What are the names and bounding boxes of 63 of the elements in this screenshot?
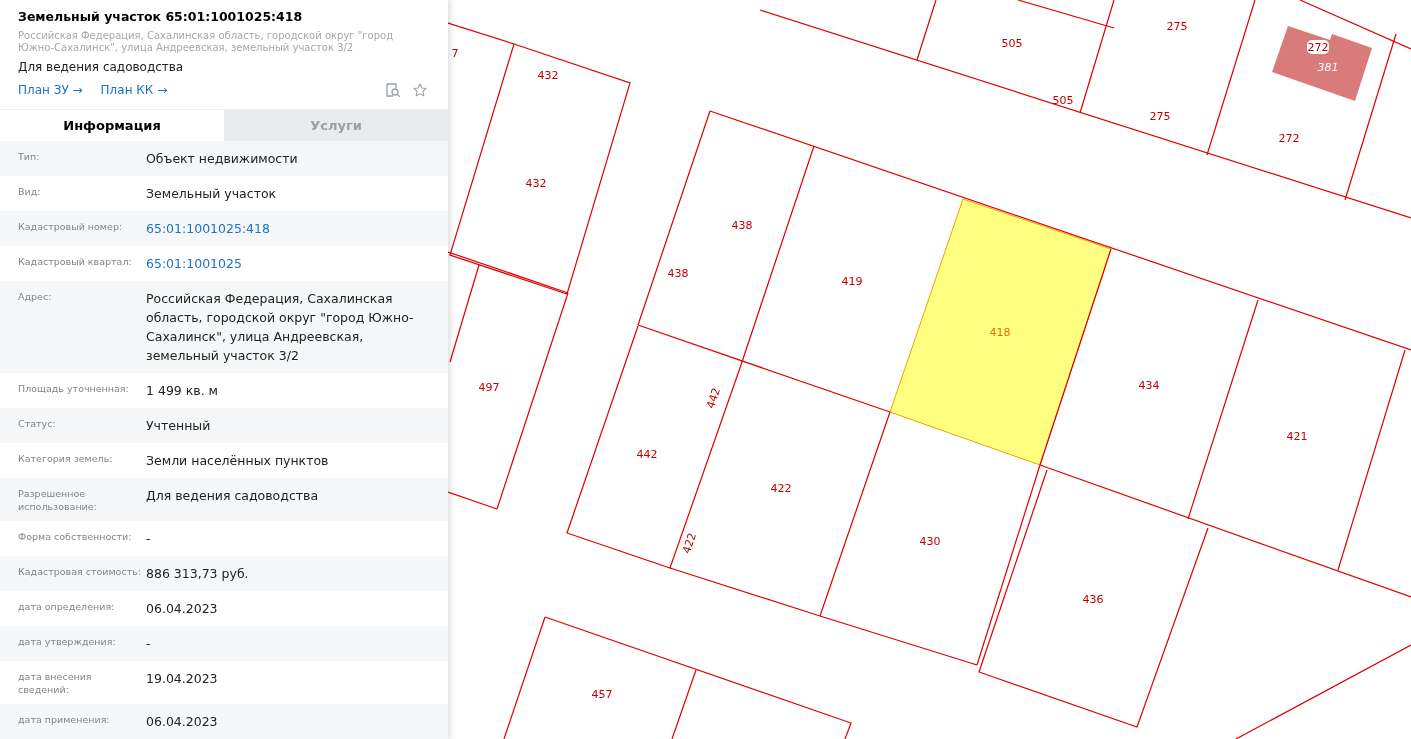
field-label: Статус: [17,417,57,431]
field-value: 06.04.2023 [146,713,219,731]
field-label: Кадастровая стоимость: [17,565,142,579]
parcel-number: 272 [1278,132,1300,145]
parcel-number: 7 [451,47,459,60]
building-number: 381 [1317,61,1339,74]
parcel-number: 275 [1149,110,1171,123]
parcel-number: 438 [667,267,689,280]
selected-parcel[interactable] [889,198,1112,466]
field-label: дата внесения сведений: [17,670,93,696]
building-tag: 272 [1307,40,1329,54]
field-value: Учтенный [146,417,212,435]
plan-link[interactable]: План ЗУ → [18,81,83,99]
field-value: 1 499 кв. м [146,382,220,400]
field-label: дата утверждения: [17,635,117,649]
parcel-number: 457 [591,688,613,701]
parcel-usage: Для ведения садоводства [18,59,185,75]
parcel-number: 442 [636,448,658,461]
star-icon[interactable] [412,82,428,98]
parcel-number: 497 [478,381,500,394]
field-label: Площадь уточненная: [17,382,130,396]
parcel-number: 421 [1286,430,1308,443]
field-label: Форма собственности: [17,530,133,544]
field-link[interactable]: 65:01:1001025 [146,254,242,273]
parcel-address: Российская Федерация, Сахалинская область, городской округ "город Южно-Сахалинск", улица Андреевская, земельный участок 3/2 [18,30,395,54]
parcel-number: 505 [1052,94,1074,107]
field-value: Объект недвижимости [146,150,299,168]
cadastral-map[interactable]: 7 432 432 505 505 275 275 272 381 272 438 438 419 418 497 434 442 421 442 422 422 430 436 457 [448,0,1411,739]
parcel-number: 419 [841,275,863,288]
field-label: Разрешенное использование: [17,487,98,513]
parcel-number: 432 [537,69,559,82]
parcel-number: 418 [989,326,1011,339]
field-value: Российская Федерация, Сахалинская область, городской округ "город Южно-Сахалинск", улица Андреевская, земельный участок 3/2 [146,290,415,365]
parcel-number: 422 [680,531,699,556]
field-value: Земли населённых пунктов [146,452,330,470]
parcel-number: 432 [525,177,547,190]
field-label: Тип: [17,150,41,164]
parcel-title: Земельный участок 65:01:1001025:418 [18,8,304,26]
parcel-number: 422 [770,482,792,495]
parcel-number: 430 [919,535,941,548]
field-value: Для ведения садоводства [146,487,320,505]
field-value: 886 313,73 руб. [146,565,250,583]
parcel-number: 434 [1138,379,1160,392]
field-value: - [146,635,152,653]
field-label: Адрес: [17,290,53,304]
parcel-number: 438 [731,219,753,232]
parcel-number: 505 [1001,37,1023,50]
field-label: дата определения: [17,600,116,614]
plan-link[interactable]: План КК → [100,81,168,99]
field-label: Кадастровый квартал: [17,255,133,269]
search-document-icon[interactable] [385,82,401,98]
field-link[interactable]: 65:01:1001025:418 [146,219,270,238]
field-value: 06.04.2023 [146,600,219,618]
parcel-number: 442 [704,386,723,411]
field-label: Категория земель: [17,452,114,466]
parcel-number: 436 [1082,593,1104,606]
field-label: Кадастровый номер: [17,220,124,234]
field-value: - [146,530,152,548]
field-value: 19.04.2023 [146,670,219,688]
field-label: Вид: [17,185,42,199]
field-value: Земельный участок [146,185,278,203]
field-label: дата применения: [17,713,111,727]
parcel-number: 275 [1166,20,1188,33]
